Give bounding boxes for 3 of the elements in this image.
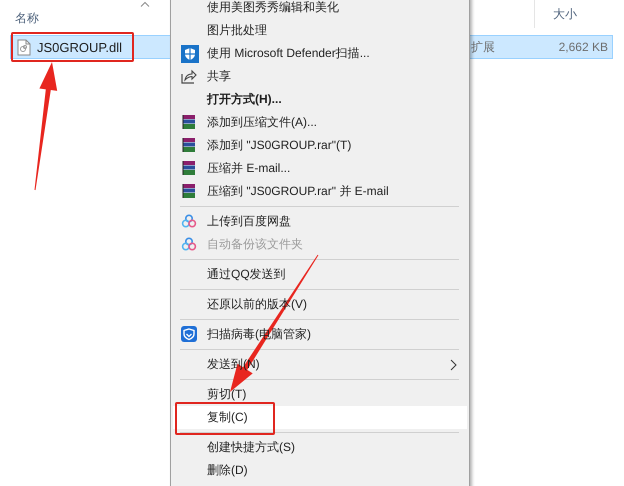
file-size: 2,662 KB — [558, 40, 609, 54]
file-name: JS0GROUP.dll — [37, 40, 122, 54]
file-type: 扩展 — [470, 38, 496, 56]
